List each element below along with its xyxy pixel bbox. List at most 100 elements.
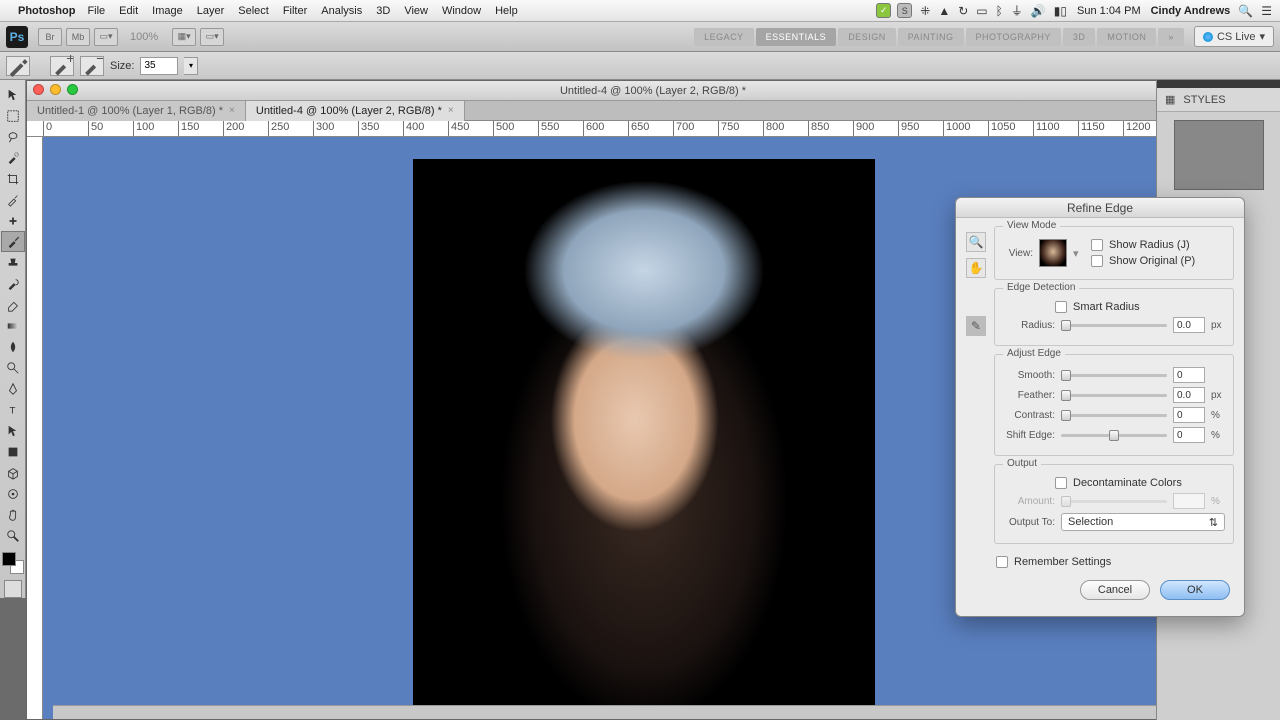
volume-icon[interactable]: 🔊 (1031, 4, 1046, 18)
quick-mask-toggle[interactable] (4, 580, 22, 598)
zoom-tool-icon[interactable] (1, 525, 25, 546)
path-select-tool-icon[interactable] (1, 420, 25, 441)
horizontal-ruler[interactable]: 0501001502002503003504004505005506006507… (27, 121, 1279, 137)
brush-mode-add-icon[interactable]: + (50, 56, 74, 76)
panel-handle[interactable] (1157, 80, 1280, 88)
display-icon[interactable]: ▭ (976, 4, 987, 18)
menu-filter[interactable]: Filter (283, 5, 307, 17)
show-original-checkbox[interactable] (1091, 255, 1103, 267)
menu-view[interactable]: View (404, 5, 428, 17)
spotlight-icon[interactable]: 🔍 (1238, 4, 1253, 18)
status-badge-2[interactable]: S (897, 3, 912, 18)
brush-mode-subtract-icon[interactable]: − (80, 56, 104, 76)
radius-input[interactable]: 0.0 (1173, 317, 1205, 333)
crop-tool-icon[interactable] (1, 168, 25, 189)
dialog-hand-tool-icon[interactable]: ✋ (966, 258, 986, 278)
contrast-input[interactable]: 0 (1173, 407, 1205, 423)
lasso-tool-icon[interactable] (1, 126, 25, 147)
menu-image[interactable]: Image (152, 5, 183, 17)
feather-slider[interactable] (1061, 394, 1167, 397)
dialog-zoom-tool-icon[interactable]: 🔍 (966, 232, 986, 252)
close-tab-icon[interactable]: × (448, 105, 454, 116)
current-tool-icon[interactable] (6, 56, 30, 76)
menu-window[interactable]: Window (442, 5, 481, 17)
vertical-ruler[interactable] (27, 137, 43, 719)
output-to-select[interactable]: Selection⇅ (1061, 513, 1225, 531)
view-thumbnail[interactable] (1039, 239, 1067, 267)
color-swatches[interactable] (2, 552, 24, 574)
menu-file[interactable]: File (87, 5, 105, 17)
shape-tool-icon[interactable] (1, 441, 25, 462)
close-tab-icon[interactable]: × (229, 105, 235, 116)
pen-tool-icon[interactable] (1, 378, 25, 399)
document-tab-2[interactable]: Untitled-4 @ 100% (Layer 2, RGB/8) *× (246, 101, 465, 121)
move-tool-icon[interactable] (1, 84, 25, 105)
slider-thumb-icon[interactable] (1061, 370, 1071, 381)
smart-radius-checkbox[interactable] (1055, 301, 1067, 313)
workspace-motion[interactable]: MOTION (1097, 28, 1156, 46)
slider-thumb-icon[interactable] (1061, 390, 1071, 401)
foreground-color-swatch[interactable] (2, 552, 16, 566)
eyedropper-tool-icon[interactable] (1, 189, 25, 210)
shift-edge-input[interactable]: 0 (1173, 427, 1205, 443)
dodge-tool-icon[interactable] (1, 357, 25, 378)
cancel-button[interactable]: Cancel (1080, 580, 1150, 600)
contrast-slider[interactable] (1061, 414, 1167, 417)
view-extras-icon[interactable]: ▭▾ (94, 28, 118, 46)
decontaminate-checkbox[interactable] (1055, 477, 1067, 489)
ok-button[interactable]: OK (1160, 580, 1230, 600)
screen-mode-icon[interactable]: ▭▾ (200, 28, 224, 46)
brush-tool-icon[interactable] (1, 231, 25, 252)
workspace-3d[interactable]: 3D (1063, 28, 1096, 46)
slider-thumb-icon[interactable] (1061, 410, 1071, 421)
menubar-user[interactable]: Cindy Andrews (1151, 5, 1231, 17)
3d-tool-icon[interactable] (1, 462, 25, 483)
dropbox-icon[interactable]: ⁜ (920, 4, 930, 18)
notification-icon[interactable]: ☰ (1261, 4, 1272, 18)
sync-icon[interactable]: ↻ (958, 4, 968, 18)
smooth-input[interactable]: 0 (1173, 367, 1205, 383)
drive-icon[interactable]: ▲ (938, 4, 950, 18)
minimize-window-icon[interactable] (50, 84, 61, 95)
menu-layer[interactable]: Layer (197, 5, 225, 17)
3d-camera-tool-icon[interactable] (1, 483, 25, 504)
stamp-tool-icon[interactable] (1, 252, 25, 273)
menu-analysis[interactable]: Analysis (321, 5, 362, 17)
show-radius-checkbox[interactable] (1091, 239, 1103, 251)
quick-select-tool-icon[interactable] (1, 147, 25, 168)
hand-tool-icon[interactable] (1, 504, 25, 525)
document-tab-1[interactable]: Untitled-1 @ 100% (Layer 1, RGB/8) *× (27, 101, 246, 121)
app-menu[interactable]: Photoshop (18, 5, 75, 17)
history-brush-tool-icon[interactable] (1, 273, 25, 294)
brush-size-input[interactable] (140, 57, 178, 75)
bridge-icon[interactable]: Br (38, 28, 62, 46)
view-dropdown-icon[interactable]: ▾ (1073, 247, 1079, 260)
smooth-slider[interactable] (1061, 374, 1167, 377)
menubar-clock[interactable]: Sun 1:04 PM (1077, 5, 1141, 17)
zoom-window-icon[interactable] (67, 84, 78, 95)
dialog-title[interactable]: Refine Edge (956, 198, 1244, 218)
window-controls[interactable] (33, 84, 78, 95)
workspace-essentials[interactable]: ESSENTIALS (756, 28, 837, 46)
cs-live-button[interactable]: CS Live▾ (1194, 26, 1274, 47)
eraser-tool-icon[interactable] (1, 294, 25, 315)
styles-panel-tab[interactable]: ▦ STYLES (1157, 88, 1280, 112)
menu-3d[interactable]: 3D (376, 5, 390, 17)
slider-thumb-icon[interactable] (1061, 320, 1071, 331)
workspace-design[interactable]: DESIGN (838, 28, 896, 46)
close-window-icon[interactable] (33, 84, 44, 95)
healing-tool-icon[interactable] (1, 210, 25, 231)
workspace-more-icon[interactable]: » (1158, 28, 1184, 46)
document-titlebar[interactable]: Untitled-4 @ 100% (Layer 2, RGB/8) * (27, 81, 1279, 101)
battery-icon[interactable]: ▮▯ (1054, 4, 1067, 18)
menu-edit[interactable]: Edit (119, 5, 138, 17)
bluetooth-icon[interactable]: ᛒ (996, 4, 1003, 18)
refine-radius-tool-icon[interactable]: ✎ (966, 316, 986, 336)
status-badge-1[interactable]: ✓ (876, 3, 891, 18)
zoom-level[interactable]: 100% (130, 31, 158, 43)
ps-logo-icon[interactable]: Ps (6, 26, 28, 48)
slider-thumb-icon[interactable] (1109, 430, 1119, 441)
minibridge-icon[interactable]: Mb (66, 28, 90, 46)
brush-size-dropdown[interactable]: ▾ (184, 57, 198, 75)
horizontal-scrollbar[interactable] (53, 705, 1279, 719)
